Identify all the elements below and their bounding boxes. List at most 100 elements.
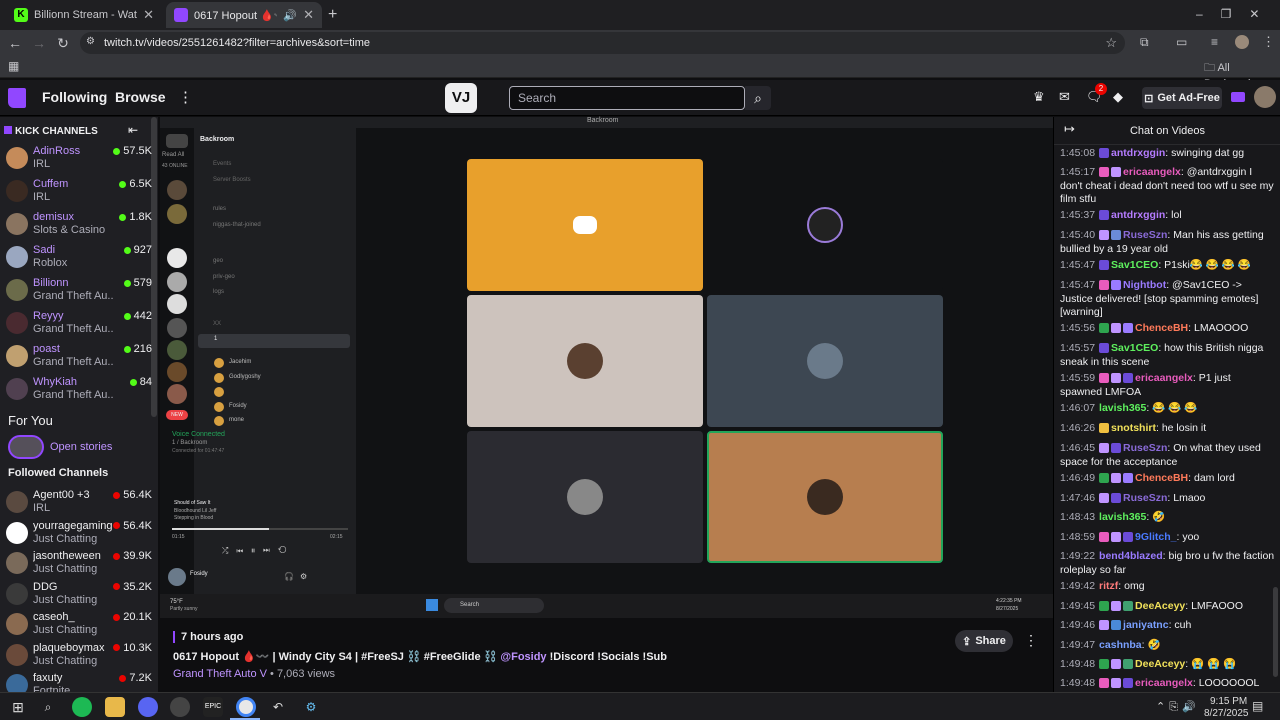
chat-timestamp[interactable]: 1:45:56	[1060, 322, 1095, 334]
kick-channel-item[interactable]: Cuffem IRL 6.5K	[6, 177, 152, 209]
chat-timestamp[interactable]: 1:49:42	[1060, 580, 1095, 592]
chat-badge-icon[interactable]	[1111, 493, 1122, 504]
chat-username[interactable]: 9Glitch_	[1135, 531, 1176, 543]
chat-username[interactable]: ChenceBH	[1135, 322, 1188, 334]
call-tile[interactable]	[707, 295, 943, 427]
chat-badge-icon[interactable]	[1099, 210, 1110, 221]
chat-username[interactable]: RuseSzn	[1123, 492, 1167, 504]
chat-username[interactable]: DeeAceyy	[1135, 600, 1185, 612]
profile-avatar[interactable]	[1235, 35, 1249, 49]
chat-username[interactable]: Sav1CEO	[1111, 259, 1158, 271]
server-icon[interactable]	[167, 384, 187, 404]
server-icon[interactable]	[167, 180, 187, 200]
discord-text-channel[interactable]: priv-geo	[213, 274, 235, 280]
extension-logo[interactable]: VJ	[445, 83, 477, 113]
chat-username[interactable]: ChenceBH	[1135, 472, 1188, 484]
voice-user-name[interactable]: Godlygoshy	[229, 374, 261, 380]
chrome-icon[interactable]	[236, 697, 256, 717]
chat-badge-icon[interactable]	[1111, 373, 1122, 384]
chat-badge-icon[interactable]	[1111, 323, 1122, 334]
server-icon[interactable]	[167, 294, 187, 314]
chat-timestamp[interactable]: 1:45:17	[1060, 166, 1095, 178]
chat-username[interactable]: bend4blazed	[1099, 550, 1163, 562]
cast-icon[interactable]: ▭	[1176, 35, 1187, 49]
more-menu-icon[interactable]: ⋮	[178, 88, 193, 106]
chat-timestamp[interactable]: 1:48:43	[1060, 511, 1095, 523]
chat-timestamp[interactable]: 1:49:22	[1060, 550, 1095, 562]
call-tile-speaking[interactable]	[707, 431, 943, 563]
chat-badge-icon[interactable]	[1111, 620, 1122, 631]
chat-badge-icon[interactable]	[1111, 230, 1122, 241]
chat-badge-icon[interactable]	[1111, 659, 1122, 670]
voice-user-name[interactable]: mone	[229, 417, 244, 423]
chat-username[interactable]: lavish365	[1099, 511, 1146, 523]
kick-channel-item[interactable]: Reyyy Grand Theft Au... 442	[6, 309, 152, 341]
notification-center-icon[interactable]: ▤	[1252, 699, 1263, 713]
chat-badge-icon[interactable]	[1099, 343, 1110, 354]
chat-badge-icon[interactable]	[1123, 373, 1134, 384]
twitch-logo-icon[interactable]	[8, 88, 26, 108]
steam-icon[interactable]: ⚙	[301, 697, 321, 717]
chat-badge-icon[interactable]	[1099, 473, 1110, 484]
url-field[interactable]: ⚙ twitch.tv/videos/2551261482?filter=arc…	[80, 32, 1125, 54]
call-tile[interactable]	[467, 295, 703, 427]
chat-timestamp[interactable]: 1:45:47	[1060, 279, 1095, 291]
app-icon-2[interactable]: ↶	[268, 697, 288, 717]
site-info-icon[interactable]: ⚙	[86, 36, 95, 47]
chat-badge-icon[interactable]	[1111, 443, 1122, 454]
chat-badge-icon[interactable]	[1123, 601, 1134, 612]
chat-badge-icon[interactable]	[1099, 659, 1110, 670]
chat-timestamp[interactable]: 1:49:47	[1060, 639, 1095, 651]
server-icon[interactable]	[167, 362, 187, 382]
chat-badge-icon[interactable]	[1111, 473, 1122, 484]
followed-channel-item[interactable]: DDG Just Chatting 35.2K	[6, 580, 152, 612]
video-game-link[interactable]: Grand Theft Auto V	[173, 668, 267, 680]
discord-text-channel[interactable]: logs	[213, 289, 224, 295]
followed-channel-item[interactable]: yourragegaming +3Just Chatting 56.4K	[6, 519, 152, 551]
voice-user-name[interactable]: Jacehim	[229, 359, 251, 365]
server-icon[interactable]	[167, 318, 187, 338]
new-tab-icon[interactable]: +	[328, 6, 337, 24]
followed-channel-item[interactable]: plaqueboymax Just Chatting 10.3K	[6, 641, 152, 673]
media-icon[interactable]: ≡	[1211, 35, 1218, 49]
tab-close-icon[interactable]: ✕	[143, 7, 154, 23]
call-tile[interactable]	[467, 431, 703, 563]
discord-home-icon[interactable]	[166, 134, 188, 148]
chat-username[interactable]: ericaangelx	[1123, 166, 1181, 178]
chat-timestamp[interactable]: 1:46:07	[1060, 402, 1095, 414]
chat-username[interactable]: ericaangelx	[1135, 372, 1193, 384]
video-more-icon[interactable]: ⋮	[1024, 632, 1038, 649]
chat-username[interactable]: DeeAceyy	[1135, 658, 1185, 670]
chat-timestamp[interactable]: 1:45:08	[1060, 147, 1095, 159]
kick-channel-item[interactable]: poast Grand Theft Au... 216	[6, 342, 152, 374]
extensions-icon[interactable]: ⧉	[1140, 35, 1149, 50]
system-tray-icons[interactable]: ⌃⎘🔊	[1156, 700, 1200, 714]
search-input[interactable]: Search	[509, 86, 745, 110]
chat-badge-icon[interactable]	[1111, 601, 1122, 612]
chat-timestamp[interactable]: 1:49:46	[1060, 619, 1095, 631]
open-stories-item[interactable]: Open stories	[8, 435, 152, 459]
chat-username[interactable]: Sav1CEO	[1111, 342, 1158, 354]
spotify-icon[interactable]	[72, 697, 92, 717]
apps-grid-icon[interactable]: ▦	[8, 59, 19, 73]
chat-username[interactable]: lavish365	[1099, 402, 1146, 414]
chat-timestamp[interactable]: 1:49:48	[1060, 677, 1095, 689]
discord-icon[interactable]	[138, 697, 158, 717]
chat-badge-icon[interactable]	[1099, 323, 1110, 334]
reload-icon[interactable]: ↻	[51, 35, 75, 52]
voice-user-name[interactable]: Fosidy	[229, 403, 247, 409]
chat-timestamp[interactable]: 1:49:48	[1060, 658, 1095, 670]
chat-badge-icon[interactable]	[1111, 678, 1122, 689]
kick-channel-item[interactable]: Billionn Grand Theft Au... 579	[6, 276, 152, 308]
chat-badge-icon[interactable]	[1099, 148, 1110, 159]
collapse-sidebar-icon[interactable]: ⇤	[128, 123, 138, 137]
chat-timestamp[interactable]: 1:45:57	[1060, 342, 1095, 354]
chat-timestamp[interactable]: 1:46:26	[1060, 422, 1095, 434]
chat-username[interactable]: antdrxggin	[1111, 147, 1165, 159]
epic-games-icon[interactable]: EPIC	[203, 697, 223, 717]
search-icon[interactable]: ⌕	[745, 86, 771, 110]
discord-server-boosts[interactable]: Server Boosts	[213, 177, 251, 183]
chat-username[interactable]: janiyatnc	[1123, 619, 1169, 631]
clock-date[interactable]: 8/27/2025	[1204, 708, 1249, 719]
file-explorer-icon[interactable]	[105, 697, 125, 717]
